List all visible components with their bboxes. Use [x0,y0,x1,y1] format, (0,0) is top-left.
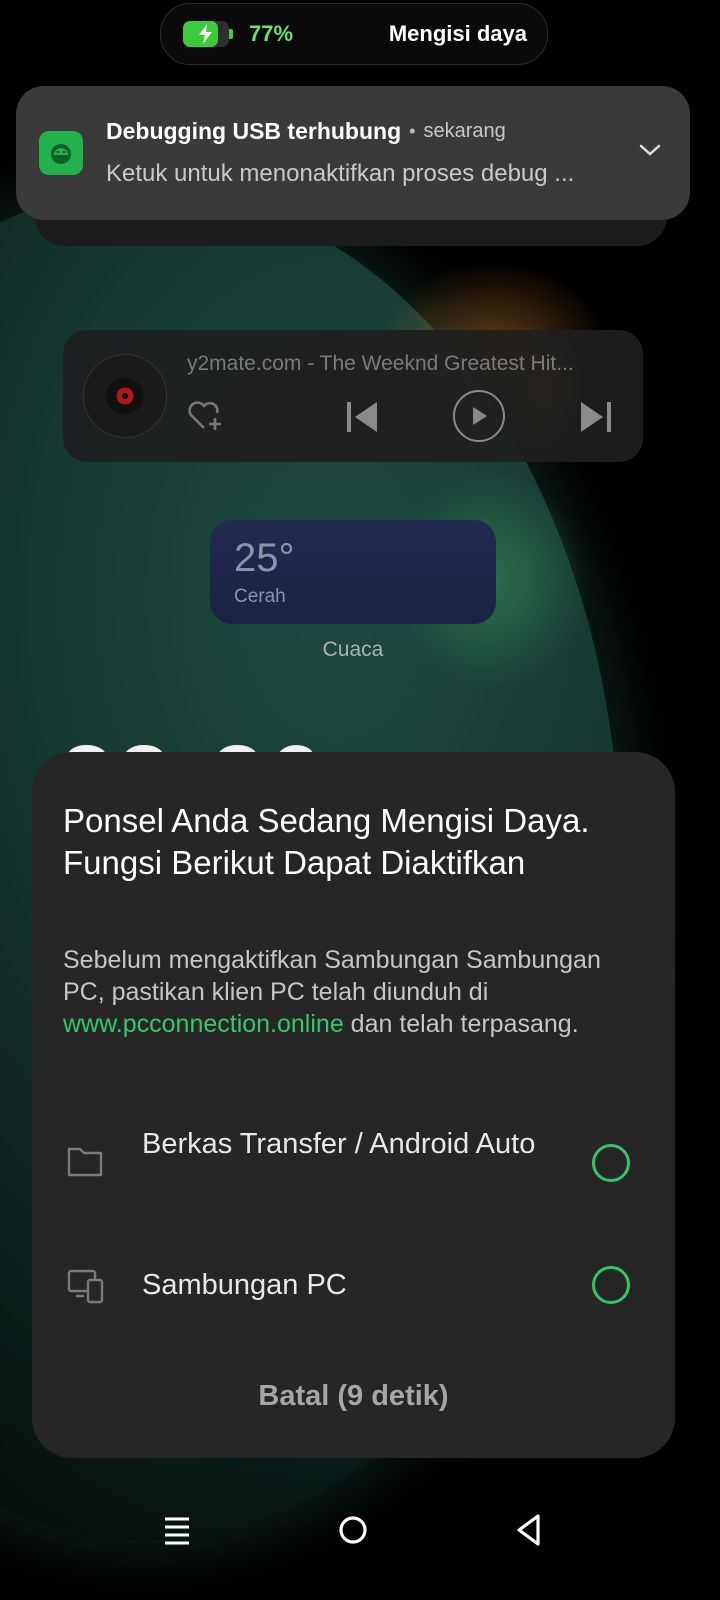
radio-pc-connection[interactable] [592,1266,630,1304]
option-file-transfer[interactable]: Berkas Transfer / Android Auto [32,1122,675,1212]
option-label: Berkas Transfer / Android Auto [142,1128,536,1160]
skip-next-icon[interactable] [579,400,613,439]
home-icon[interactable] [331,1508,375,1552]
play-icon [473,407,487,425]
weather-condition: Cerah [234,586,286,607]
back-icon[interactable] [507,1508,551,1552]
notification-body: Ketuk untuk menonaktifkan proses debug .… [106,160,575,187]
vinyl-disc-icon [83,354,167,438]
pc-connection-link[interactable]: www.pcconnection.online [63,1010,344,1038]
sheet-description: Sebelum mengaktifkan Sambungan Sambungan… [63,946,601,1038]
charging-label: Mengisi daya [388,21,527,46]
sheet-title: Ponsel Anda Sedang Mengisi Daya. Fungsi … [63,802,590,881]
radio-file-transfer[interactable] [592,1144,630,1182]
notification-time: sekarang [423,120,506,142]
battery-percent: 77% [249,21,294,46]
menu-icon[interactable] [155,1508,199,1552]
option-pc-connection[interactable]: Sambungan PC [32,1252,675,1342]
navigation-bar [0,1490,720,1570]
cancel-button[interactable]: Batal (9 detik) [32,1380,675,1413]
usb-debug-notification[interactable]: Debugging USB terhubung • sekarang Ketuk… [16,86,690,220]
heart-add-icon[interactable] [187,398,225,437]
notification-title: Debugging USB terhubung [106,118,402,144]
play-button[interactable] [453,390,505,442]
lockscreen-clock: 22:26 [60,705,326,755]
usb-options-sheet: Ponsel Anda Sedang Mengisi Daya. Fungsi … [32,752,675,1458]
weather-widget[interactable]: 25° Cerah [210,520,496,624]
skip-previous-icon[interactable] [345,400,379,439]
weather-widget-label: Cuaca [322,638,384,661]
media-player-widget[interactable]: y2mate.com - The Weeknd Greatest Hit... [63,330,643,462]
separator-dot: • [409,121,416,141]
battery-icon [183,21,233,47]
devices-icon [66,1266,106,1311]
bolt-icon [199,24,212,44]
option-label: Sambungan PC [142,1269,347,1301]
usb-debug-android-icon [39,131,83,175]
folder-icon [66,1144,104,1183]
media-title: y2mate.com - The Weeknd Greatest Hit... [187,352,574,375]
chevron-down-icon[interactable] [638,142,662,163]
charging-status-pill: 77% Mengisi daya [160,3,548,65]
temperature: 25° [234,536,295,580]
